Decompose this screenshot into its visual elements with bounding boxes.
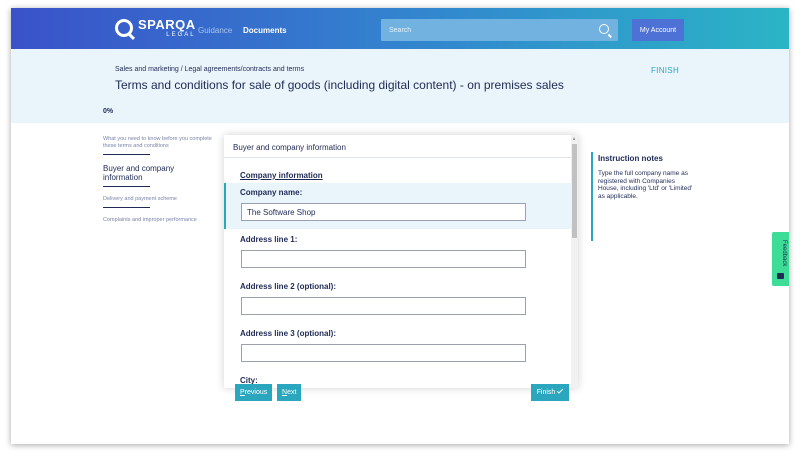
logo-subtitle: LEGAL bbox=[166, 32, 196, 38]
section-title: Company information bbox=[240, 171, 323, 180]
company-name-input[interactable] bbox=[241, 203, 526, 221]
previous-button[interactable]: Previous bbox=[235, 384, 272, 401]
scroll-up-arrow-icon[interactable] bbox=[573, 137, 575, 140]
address-line-2-input[interactable] bbox=[241, 297, 526, 315]
step-item-before-you-start[interactable]: What you need to know before you complet… bbox=[103, 136, 213, 159]
address-line-2-label: Address line 2 (optional): bbox=[240, 282, 337, 291]
instruction-notes-title: Instruction notes bbox=[598, 154, 663, 163]
finish-link[interactable]: FINISH bbox=[651, 66, 679, 75]
address-line-3-input[interactable] bbox=[241, 344, 526, 362]
feedback-label: Feedback bbox=[781, 240, 787, 267]
logo-icon bbox=[115, 19, 133, 37]
step-divider bbox=[103, 207, 150, 208]
sparqa-logo[interactable]: SPARQA LEGAL bbox=[115, 18, 196, 38]
feedback-tab[interactable]: Feedback bbox=[772, 232, 789, 286]
search-input[interactable] bbox=[381, 19, 591, 41]
search-icon[interactable] bbox=[599, 24, 609, 34]
address-line-3-label: Address line 3 (optional): bbox=[240, 329, 337, 338]
chat-icon bbox=[777, 273, 784, 279]
instruction-notes: Instruction notes Type the full company … bbox=[591, 152, 701, 241]
my-account-button[interactable]: My Account bbox=[632, 19, 684, 41]
instruction-notes-text: Type the full company name as registered… bbox=[598, 170, 693, 200]
panel-scrollbar[interactable] bbox=[571, 135, 578, 388]
form-panel: Buyer and company information Company in… bbox=[224, 135, 578, 388]
next-button[interactable]: Next bbox=[277, 384, 301, 401]
check-icon bbox=[557, 387, 564, 394]
breadcrumb[interactable]: Sales and marketing / Legal agreements/c… bbox=[115, 66, 304, 73]
top-navigation-bar: SPARQA LEGAL Guidance Documents My Accou… bbox=[11, 8, 789, 49]
step-item-complaints[interactable]: Complaints and improper performance bbox=[103, 217, 213, 228]
logo-name: SPARQA bbox=[138, 17, 196, 32]
step-navigation: What you need to know before you complet… bbox=[103, 136, 213, 233]
nav-guidance-link[interactable]: Guidance bbox=[198, 26, 232, 35]
step-item-delivery-payment[interactable]: Delivery and payment scheme bbox=[103, 196, 213, 212]
search-box bbox=[381, 19, 618, 41]
finish-button[interactable]: Finish bbox=[531, 384, 569, 401]
address-line-1-label: Address line 1: bbox=[240, 235, 298, 244]
nav-documents-link[interactable]: Documents bbox=[243, 26, 287, 35]
scrollbar-thumb[interactable] bbox=[572, 144, 577, 238]
document-header: Sales and marketing / Legal agreements/c… bbox=[11, 49, 789, 123]
step-divider bbox=[103, 186, 150, 187]
progress-percentage: 0% bbox=[103, 108, 114, 115]
page-title: Terms and conditions for sale of goods (… bbox=[115, 78, 564, 92]
step-item-buyer-company[interactable]: Buyer and company information bbox=[103, 164, 213, 191]
address-line-1-input[interactable] bbox=[241, 250, 526, 268]
step-divider bbox=[103, 154, 150, 155]
company-name-label: Company name: bbox=[240, 188, 303, 197]
panel-title: Buyer and company information bbox=[224, 135, 578, 158]
browser-window: SPARQA LEGAL Guidance Documents My Accou… bbox=[11, 8, 789, 444]
